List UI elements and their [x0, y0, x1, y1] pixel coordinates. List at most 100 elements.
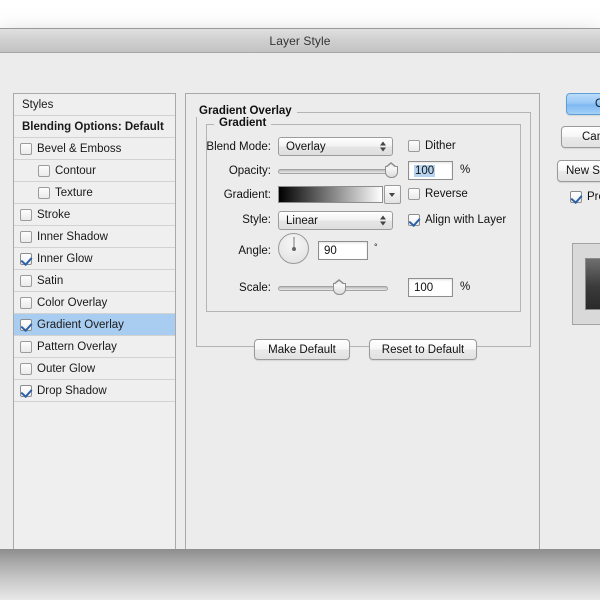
sidebar-item-label: Texture [55, 186, 93, 199]
sidebar-item-texture[interactable]: Texture [14, 182, 175, 204]
dither-row[interactable]: Dither [408, 140, 456, 152]
ok-label: OK [595, 98, 600, 110]
opacity-value: 100 [414, 164, 436, 177]
sidebar-item-label: Drop Shadow [37, 384, 107, 397]
dither-label: Dither [425, 140, 456, 152]
inner-glow-checkbox[interactable] [20, 252, 32, 265]
reverse-checkbox[interactable] [408, 188, 420, 200]
gradient-label: Gradient: [223, 189, 271, 201]
color-overlay-checkbox[interactable] [20, 296, 32, 309]
make-default-label: Make Default [268, 343, 336, 356]
angle-input[interactable]: 90 [318, 241, 368, 260]
dither-checkbox[interactable] [408, 140, 420, 152]
style-label: Style: [242, 214, 271, 226]
blend-mode-select[interactable]: Overlay [278, 137, 393, 156]
inner-shadow-checkbox[interactable] [20, 230, 32, 243]
sidebar-item-label: Gradient Overlay [37, 318, 124, 331]
sidebar-item-label: Color Overlay [37, 296, 108, 309]
satin-checkbox[interactable] [20, 274, 32, 287]
texture-checkbox[interactable] [38, 186, 50, 199]
sidebar-item-gradient-overlay[interactable]: Gradient Overlay [14, 314, 175, 336]
blending-options-label: Blending Options: Default [22, 120, 164, 133]
angle-dial[interactable] [278, 233, 309, 264]
sidebar-item-satin[interactable]: Satin [14, 270, 175, 292]
scale-slider-thumb[interactable] [333, 279, 346, 295]
new-style-label: New Style... [566, 165, 600, 177]
styles-list-panel: Styles Blending Options: Default Bevel &… [13, 93, 176, 573]
gradient-picker-dropdown[interactable] [384, 185, 401, 204]
sidebar-item-label: Pattern Overlay [37, 340, 117, 353]
scale-label: Scale: [239, 282, 271, 294]
angle-value: 90 [324, 244, 337, 257]
preview-checkbox[interactable] [570, 191, 582, 203]
sidebar-item-inner-shadow[interactable]: Inner Shadow [14, 226, 175, 248]
updown-arrows-icon [380, 140, 387, 153]
angle-unit: ° [374, 242, 378, 252]
sidebar-item-stroke[interactable]: Stroke [14, 204, 175, 226]
preview-box [572, 243, 600, 325]
cancel-button[interactable]: Cancel [561, 126, 600, 148]
sidebar-item-label: Satin [37, 274, 64, 287]
opacity-slider-track [278, 169, 398, 174]
gradient-overlay-checkbox[interactable] [20, 318, 32, 331]
blend-mode-label: Blend Mode: [206, 141, 271, 153]
reset-to-default-button[interactable]: Reset to Default [369, 339, 477, 360]
sidebar-item-bevel-emboss[interactable]: Bevel & Emboss [14, 138, 175, 160]
drop-shadow-checkbox[interactable] [20, 384, 32, 397]
sidebar-item-label: Stroke [37, 208, 71, 221]
opacity-slider[interactable] [278, 162, 398, 179]
sidebar-item-drop-shadow[interactable]: Drop Shadow [14, 380, 175, 402]
reverse-label: Reverse [425, 188, 468, 200]
gradient-swatch[interactable] [278, 186, 383, 203]
dialog-body: Styles Blending Options: Default Bevel &… [0, 53, 600, 573]
ok-button[interactable]: OK [566, 93, 600, 115]
reverse-row[interactable]: Reverse [408, 188, 468, 200]
stroke-checkbox[interactable] [20, 208, 32, 221]
sidebar-item-inner-glow[interactable]: Inner Glow [14, 248, 175, 270]
styles-list-header[interactable]: Styles [14, 94, 175, 116]
reset-to-default-label: Reset to Default [381, 343, 465, 356]
opacity-unit: % [460, 164, 471, 176]
sidebar-item-color-overlay[interactable]: Color Overlay [14, 292, 175, 314]
angle-label: Angle: [238, 245, 271, 257]
styles-header-label: Styles [22, 98, 54, 111]
opacity-label: Opacity: [228, 165, 271, 177]
sidebar-item-label: Bevel & Emboss [37, 142, 122, 155]
gradient-style-select[interactable]: Linear [278, 211, 393, 230]
align-with-layer-checkbox[interactable] [408, 214, 420, 226]
scale-unit: % [460, 281, 471, 293]
align-with-layer-row[interactable]: Align with Layer [408, 214, 506, 226]
outer-glow-checkbox[interactable] [20, 362, 32, 375]
preview-label: Preview [587, 191, 600, 203]
titlebar[interactable]: Layer Style [0, 29, 600, 53]
align-with-layer-label: Align with Layer [425, 214, 507, 226]
section-title: Gradient Overlay [194, 105, 297, 117]
angle-dial-hub [291, 246, 296, 251]
cancel-label: Cancel [582, 131, 600, 143]
pattern-overlay-checkbox[interactable] [20, 340, 32, 353]
scale-input[interactable]: 100 [408, 278, 453, 297]
sidebar-item-label: Outer Glow [37, 362, 96, 375]
contour-checkbox[interactable] [38, 164, 50, 177]
sidebar-item-blending-options[interactable]: Blending Options: Default [14, 116, 175, 138]
bevel-emboss-checkbox[interactable] [20, 142, 32, 155]
sidebar-item-contour[interactable]: Contour [14, 160, 175, 182]
opacity-input[interactable]: 100 [408, 161, 453, 180]
window-title: Layer Style [269, 33, 331, 48]
new-style-button[interactable]: New Style... [557, 160, 600, 182]
gradient-overlay-panel: Gradient Overlay Gradient Blend Mode: Ov… [185, 93, 540, 573]
sidebar-item-pattern-overlay[interactable]: Pattern Overlay [14, 336, 175, 358]
sidebar-item-outer-glow[interactable]: Outer Glow [14, 358, 175, 380]
scale-value: 100 [414, 281, 434, 294]
sidebar-item-label: Inner Glow [37, 252, 93, 265]
sidebar-item-label: Inner Shadow [37, 230, 108, 243]
desktop-backdrop [0, 549, 600, 600]
scale-slider[interactable] [278, 279, 388, 296]
updown-arrows-icon [380, 214, 387, 227]
opacity-slider-thumb[interactable] [385, 162, 398, 178]
preview-thumbnail [585, 258, 600, 310]
group-title: Gradient [214, 117, 272, 129]
layer-style-dialog: Layer Style Styles Blending Options: Def… [0, 28, 600, 573]
preview-row[interactable]: Preview [570, 191, 600, 203]
make-default-button[interactable]: Make Default [254, 339, 350, 360]
